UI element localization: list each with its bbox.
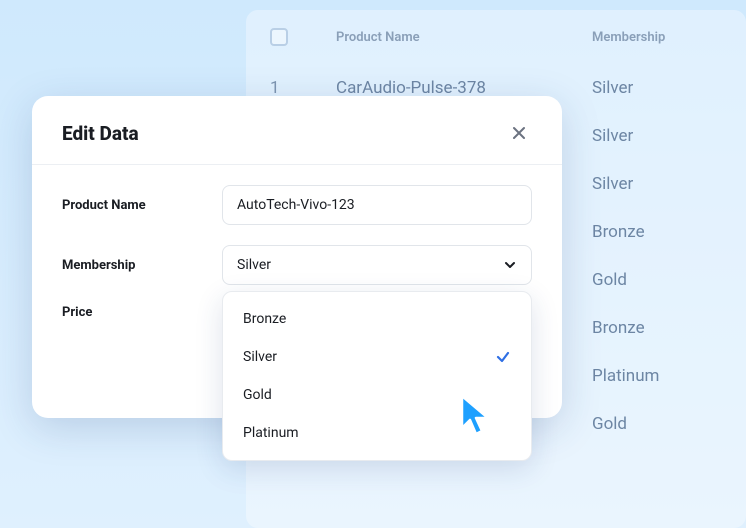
chevron-down-icon — [503, 258, 517, 272]
membership-dropdown: Bronze Silver Gold Platinum — [222, 291, 532, 461]
table-header: Product Name Membership — [246, 10, 746, 64]
dropdown-option-label: Platinum — [243, 425, 299, 441]
dropdown-option-label: Gold — [243, 387, 272, 403]
close-icon — [512, 126, 526, 140]
product-name-input[interactable] — [222, 185, 532, 225]
membership-select[interactable]: Silver — [222, 245, 532, 285]
price-label: Price — [62, 305, 222, 320]
edit-data-modal: Edit Data Product Name Membership Silver… — [32, 96, 562, 418]
column-product-name: Product Name — [306, 30, 592, 45]
row-product-name: CarAudio-Pulse-378 — [306, 78, 592, 98]
dropdown-option[interactable]: Gold — [223, 376, 531, 414]
check-icon — [495, 349, 511, 365]
row-membership: Platinum — [592, 366, 722, 386]
row-membership: Gold — [592, 270, 722, 290]
column-membership: Membership — [592, 30, 722, 45]
product-name-label: Product Name — [62, 198, 222, 213]
dropdown-option-label: Bronze — [243, 311, 286, 327]
row-membership: Silver — [592, 174, 722, 194]
row-membership: Silver — [592, 78, 722, 98]
row-membership: Bronze — [592, 318, 722, 338]
dropdown-option[interactable]: Silver — [223, 338, 531, 376]
dropdown-option[interactable]: Platinum — [223, 414, 531, 452]
modal-title: Edit Data — [62, 122, 139, 145]
membership-label: Membership — [62, 258, 222, 273]
row-membership: Gold — [592, 414, 722, 434]
row-number: 1 — [270, 78, 306, 98]
dropdown-option-label: Silver — [243, 349, 277, 365]
row-membership: Bronze — [592, 222, 722, 242]
row-membership: Silver — [592, 126, 722, 146]
membership-select-value: Silver — [237, 257, 271, 273]
close-button[interactable] — [506, 120, 532, 146]
select-all-checkbox[interactable] — [270, 28, 288, 46]
dropdown-option[interactable]: Bronze — [223, 300, 531, 338]
